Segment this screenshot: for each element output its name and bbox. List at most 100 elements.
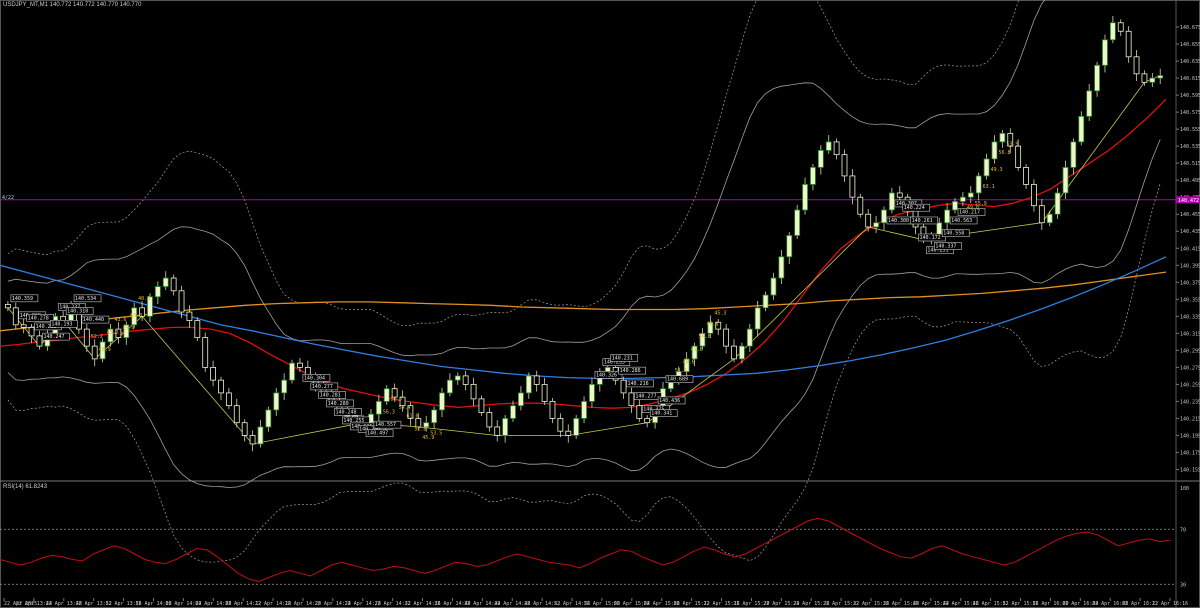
candle (1117, 22, 1124, 32)
candle (557, 418, 564, 432)
candle (241, 422, 248, 436)
swing-value-label: 53.9 (1006, 141, 1018, 147)
candle (194, 320, 201, 338)
swing-value-label: 63.0 (130, 313, 142, 319)
candle (952, 201, 958, 211)
candle (746, 328, 753, 347)
ma-fast-line (0, 98, 1167, 409)
level-tag-label: 140.472 (1178, 198, 1199, 204)
candle (1157, 75, 1164, 79)
y-tick-label: 140.535 (1180, 144, 1200, 150)
candle (1125, 30, 1132, 58)
candle (754, 307, 761, 330)
price-label: 140.281 (320, 392, 341, 398)
candle (1109, 22, 1116, 41)
price-label: 140.436 (659, 398, 680, 404)
x-axis: 22 Apr 202522 Apr 13:4422 Apr 13:4822 Ap… (3, 598, 1188, 607)
y-tick-label: 140.415 (1180, 246, 1200, 252)
y-tick-label: 140.355 (1180, 297, 1200, 303)
rsi-title: RSI(14) 61.8243 (3, 484, 48, 490)
candle (865, 213, 872, 228)
price-label: 140.231 (612, 355, 633, 361)
candle (857, 196, 864, 215)
candle (1062, 167, 1069, 194)
price-label: 140.277 (635, 394, 656, 400)
candle (502, 418, 509, 436)
candle (778, 256, 785, 279)
candle (786, 235, 793, 258)
chart-canvas[interactable]: 140.675 140.655 140.635 140.615 140.595 140.5… (0, 0, 1200, 608)
candle (739, 345, 745, 360)
candle (1141, 73, 1148, 83)
y-tick-label: 140.595 (1180, 93, 1200, 99)
candle (439, 392, 445, 411)
candle (817, 149, 824, 168)
swing-value-label: 63.1 (983, 184, 995, 190)
candle (1046, 213, 1053, 224)
y-tick-label: 140.455 (1180, 212, 1200, 218)
y-tick-label: 140.195 (1180, 433, 1200, 439)
chart-window: 140.675 140.655 140.635 140.615 140.595 140.5… (0, 0, 1200, 608)
candle (202, 337, 209, 368)
price-label: 140.557 (375, 422, 396, 428)
candle (1015, 145, 1022, 168)
candle (1094, 64, 1100, 92)
candle (375, 401, 382, 415)
y-tick-label: 140.495 (1180, 178, 1200, 184)
price-label: 140.216 (628, 381, 649, 387)
candle (888, 192, 895, 211)
candle (549, 401, 556, 419)
y-tick-label: 140.395 (1180, 263, 1200, 269)
y-tick-label: 140.515 (1180, 161, 1200, 167)
candle (1023, 167, 1029, 185)
swing-value-label: 43.6 (114, 317, 126, 323)
candle (91, 345, 98, 360)
y-tick-label: 140.635 (1180, 59, 1200, 65)
candle (383, 388, 390, 402)
y-tick-label: 140.335 (1180, 314, 1200, 320)
price-label: 140.304 (304, 375, 325, 381)
candle (218, 379, 224, 394)
rsi-tick-label: 70 (1180, 527, 1186, 533)
price-label: 140.440 (83, 317, 104, 323)
swing-value-label: 56.8 (998, 150, 1010, 156)
candle (233, 405, 240, 424)
y-axis-main: 140.675 140.655 140.635 140.615 140.595 140.5… (1176, 25, 1200, 473)
candle (486, 412, 493, 428)
candle (257, 426, 264, 445)
swing-value-label: 56.8 (699, 334, 711, 340)
x-tick-label: 22 Apr 16:16 (1152, 601, 1188, 607)
candle (565, 430, 572, 436)
rsi-line (0, 517, 1171, 583)
y-tick-label: 140.555 (1180, 127, 1200, 133)
y-tick-label: 140.215 (1180, 416, 1200, 422)
candle (20, 324, 27, 328)
swing-value-label: 49.3 (991, 167, 1003, 173)
candle (573, 418, 580, 436)
candle (162, 277, 169, 287)
candle (28, 326, 35, 337)
candle (446, 379, 453, 394)
y-tick-label: 140.655 (1180, 42, 1200, 48)
chart-title: USDJPY_MT,M1 140.772 140.772 140.770 140… (3, 2, 142, 8)
candle (273, 392, 280, 411)
candle (289, 362, 295, 381)
swing-value-label: 56.3 (383, 409, 395, 415)
candle (1031, 184, 1037, 207)
candle (462, 375, 469, 385)
price-label: 140.689 (667, 377, 688, 383)
price-label: 140.286 (620, 368, 641, 374)
candle (936, 222, 943, 236)
price-label: 140.341 (651, 411, 672, 417)
swing-value-label: 51.4 (675, 368, 687, 374)
swing-value-label: 61.0 (407, 414, 419, 420)
candle (60, 315, 67, 321)
candle (959, 196, 966, 202)
candle (644, 418, 651, 424)
price-label: 140.278 (28, 315, 49, 321)
price-label: 140.337 (935, 243, 956, 249)
band-line (7, 183, 1161, 563)
y-tick-label: 140.175 (1180, 450, 1200, 456)
candle (636, 405, 643, 419)
price-label: 140.193 (51, 321, 72, 327)
